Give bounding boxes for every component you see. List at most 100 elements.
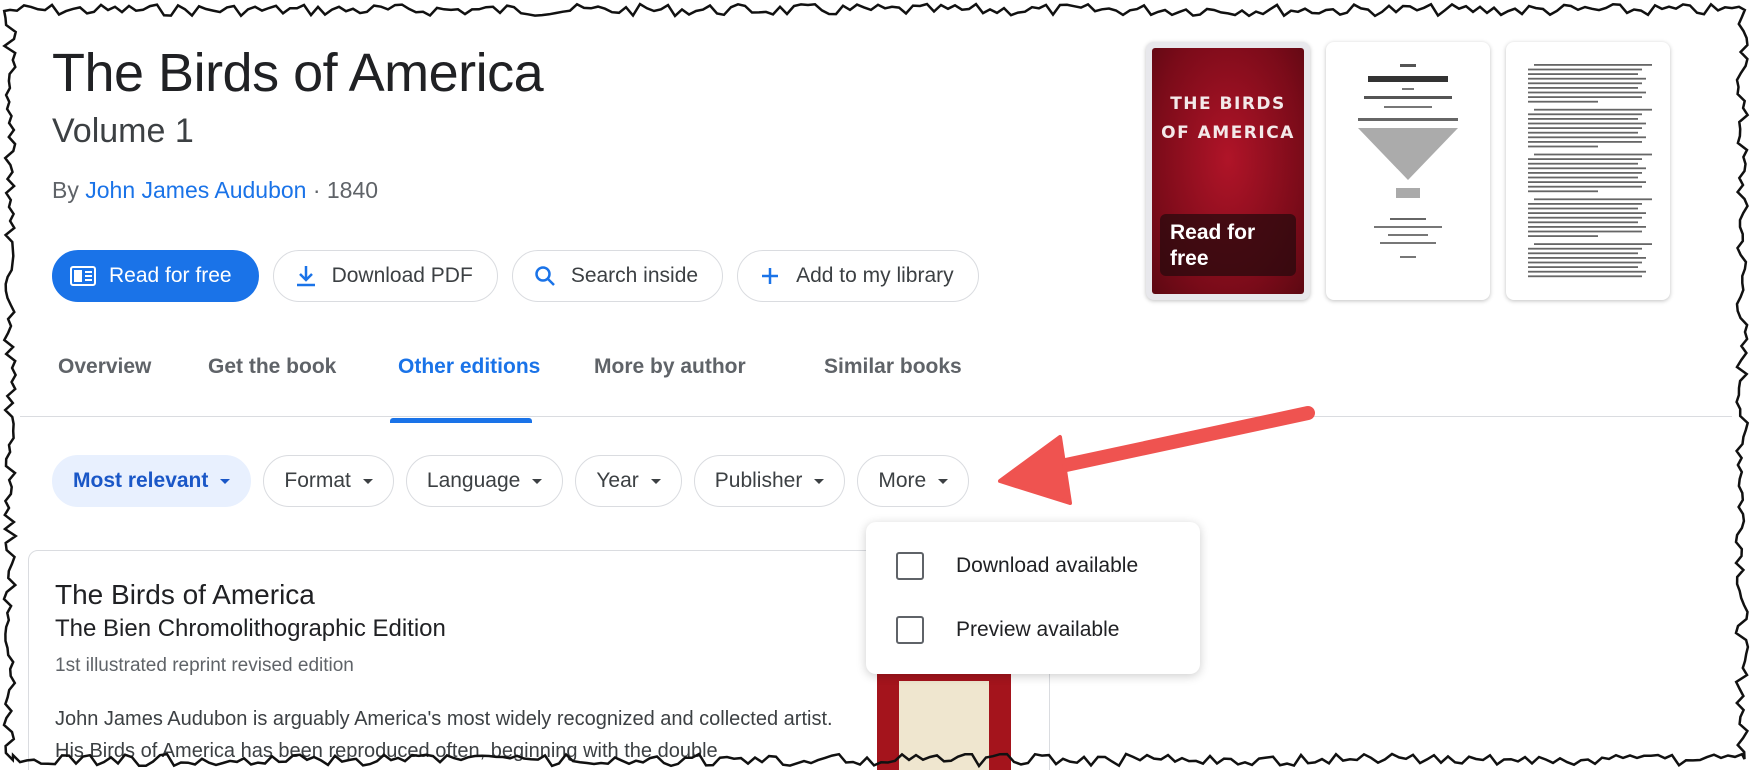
language-filter-chip[interactable]: Language [405, 455, 564, 507]
edition-description: John James Audubon is arguably America's… [55, 708, 833, 762]
text-line [1528, 122, 1646, 125]
text-line [1528, 113, 1642, 116]
tab-more-by-author[interactable]: More by author [594, 355, 824, 415]
tab-get-the-book[interactable]: Get the book [194, 355, 384, 415]
search-icon [531, 262, 559, 290]
preview-available-checkbox[interactable] [896, 616, 924, 644]
text-line [1528, 158, 1642, 160]
cover-thumbnail[interactable]: THE BIRDS OF AMERICA Read for free [1146, 42, 1310, 300]
caret-down-icon [362, 478, 373, 484]
edition-info: 1st illustrated reprint revised edition [55, 655, 354, 676]
format-filter-chip[interactable]: Format [263, 455, 394, 507]
read-for-free-button[interactable]: Read for free [52, 250, 259, 302]
text-line [1528, 96, 1642, 98]
chip-label: Format [284, 469, 351, 492]
preview-available-option[interactable]: Preview available [896, 616, 1119, 644]
text-line [1528, 87, 1638, 89]
text-line [1534, 153, 1652, 156]
text-line [1528, 141, 1642, 143]
text-line [1534, 108, 1652, 111]
text-line [1528, 82, 1642, 85]
chip-label: Language [426, 469, 521, 492]
add-to-library-button[interactable]: Add to my library [737, 250, 979, 302]
year-filter-chip[interactable]: Year [575, 455, 682, 507]
text-page-thumbnail[interactable] [1506, 42, 1670, 300]
caret-down-icon [532, 478, 543, 484]
download-available-option[interactable]: Download available [896, 552, 1138, 580]
text-line [1528, 207, 1638, 210]
text-line [1528, 252, 1638, 255]
text-line [1528, 176, 1638, 179]
caret-down-icon [220, 478, 231, 484]
text-line [1528, 127, 1642, 129]
download-pdf-label: Download PDF [331, 264, 473, 287]
edition-subtitle: The Bien Chromolithographic Edition [55, 615, 446, 642]
caret-down-icon [814, 478, 825, 484]
chip-label: Year [596, 469, 639, 492]
sort-most-relevant-chip[interactable]: Most relevant [52, 455, 252, 507]
text-line [1528, 77, 1646, 80]
caret-down-icon [650, 478, 661, 484]
text-line [1534, 243, 1652, 245]
download-available-label: Download available [956, 554, 1139, 577]
search-inside-button[interactable]: Search inside [511, 250, 724, 302]
add-to-library-label: Add to my library [796, 264, 954, 287]
text-line [1528, 118, 1638, 120]
text-line [1528, 203, 1642, 205]
text-line [1528, 136, 1646, 139]
more-filters-menu: Download available Preview available [866, 522, 1200, 674]
byline-prefix: By [52, 177, 86, 203]
chip-label: More [878, 469, 927, 492]
book-cover-image: THE BIRDS OF AMERICA Read for free [1152, 48, 1304, 294]
text-line [1528, 266, 1638, 268]
cover-title-text: THE BIRDS OF AMERICA [1161, 94, 1295, 143]
tab-divider [20, 416, 1732, 417]
edition-title[interactable]: The Birds of America [55, 579, 315, 611]
action-bar: Read for free Download PDF Search inside… [52, 250, 979, 302]
text-line [1528, 131, 1638, 134]
text-line [1528, 275, 1642, 278]
tab-similar-books-label: Similar books [824, 355, 962, 378]
tab-more-by-author-label: More by author [594, 355, 746, 378]
preview-available-label: Preview available [956, 618, 1120, 641]
caret-down-icon [938, 478, 949, 484]
text-line [1528, 190, 1598, 193]
download-available-checkbox[interactable] [896, 552, 924, 580]
more-filter-chip[interactable]: More [857, 455, 970, 507]
read-for-free-label: Read for free [109, 264, 232, 287]
text-line [1528, 221, 1638, 224]
byline: By John James Audubon · 1840 [52, 177, 378, 204]
title-page-thumbnail[interactable] [1326, 42, 1490, 300]
text-line [1528, 270, 1646, 273]
book-volume: Volume 1 [52, 112, 194, 150]
text-line [1528, 91, 1646, 94]
text-page-image [1528, 64, 1652, 278]
publication-year: · 1840 [306, 177, 379, 203]
text-line [1528, 100, 1598, 103]
chip-label: Publisher [714, 469, 803, 492]
tab-other-editions[interactable]: Other editions [384, 355, 594, 423]
download-pdf-button[interactable]: Download PDF [272, 250, 498, 302]
book-open-icon [69, 262, 97, 290]
text-line [1528, 185, 1642, 188]
cover-read-overlay[interactable]: Read for free [1160, 214, 1296, 276]
tab-overview[interactable]: Overview [44, 355, 194, 415]
text-line [1534, 198, 1652, 201]
filter-chips: Most relevant Format Language Year Publi… [52, 455, 970, 507]
title-page-image [1358, 64, 1458, 258]
annotation-arrow [998, 406, 1315, 505]
text-line [1528, 172, 1642, 174]
text-line [1528, 216, 1642, 219]
download-icon [292, 262, 320, 290]
text-line [1528, 162, 1638, 165]
author-link[interactable]: John James Audubon [85, 177, 306, 203]
tab-get-the-book-label: Get the book [208, 355, 337, 378]
text-line [1528, 235, 1598, 237]
tab-other-editions-label: Other editions [398, 355, 541, 378]
publisher-filter-chip[interactable]: Publisher [693, 455, 846, 507]
text-line [1528, 247, 1642, 250]
preview-thumbnails: THE BIRDS OF AMERICA Read for free [1146, 42, 1670, 300]
text-line [1528, 212, 1646, 214]
text-line [1528, 68, 1642, 71]
search-inside-label: Search inside [570, 264, 699, 287]
